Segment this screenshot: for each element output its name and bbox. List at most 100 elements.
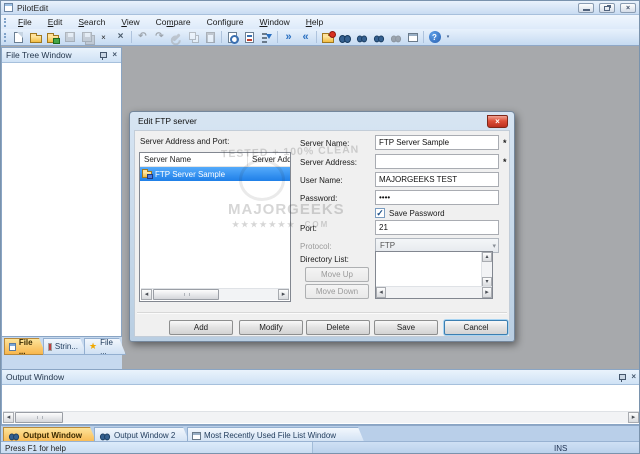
scroll-left-icon[interactable]: ◂: [376, 287, 386, 298]
output-panel-header: Output Window ×: [2, 370, 640, 385]
new-file-icon[interactable]: [10, 30, 27, 45]
toolbar-separator: [423, 31, 424, 43]
close-panel-icon[interactable]: ×: [112, 51, 117, 59]
help-icon[interactable]: ?: [426, 30, 443, 45]
tab-string-table[interactable]: Strin...: [43, 338, 87, 355]
file-tree-panel-header: File Tree Window ×: [2, 48, 121, 63]
replace-icon[interactable]: [241, 30, 258, 45]
save-icon: [61, 30, 78, 45]
menu-view[interactable]: View: [113, 16, 147, 29]
toolbar-separator: [277, 31, 278, 43]
modify-button[interactable]: Modify: [239, 320, 303, 335]
menu-compare[interactable]: Compare: [148, 16, 199, 29]
close-file-icon[interactable]: ×: [95, 30, 112, 45]
user-name-input[interactable]: [375, 172, 499, 187]
password-input[interactable]: [375, 190, 499, 205]
ftp-transfer-icon[interactable]: [319, 30, 336, 45]
scroll-right-icon[interactable]: ▸: [278, 289, 289, 300]
app-icon[interactable]: [4, 3, 13, 12]
window-title: PilotEdit: [17, 3, 48, 13]
horizontal-scrollbar-thumb[interactable]: [15, 412, 63, 423]
menu-help[interactable]: Help: [298, 16, 331, 29]
tab-file-group[interactable]: ★ File ...: [84, 338, 126, 355]
dialog-close-button[interactable]: ×: [487, 115, 508, 128]
server-address-input[interactable]: [375, 154, 499, 169]
open-ftp-file-icon[interactable]: [44, 30, 61, 45]
required-marker: *: [503, 138, 507, 148]
menu-window[interactable]: Window: [251, 16, 297, 29]
close-panel-icon[interactable]: ×: [631, 373, 636, 381]
server-name-label: Server Name:: [300, 139, 349, 148]
scroll-left-icon[interactable]: ◂: [141, 289, 152, 300]
scroll-up-icon[interactable]: ▴: [482, 252, 492, 262]
directory-listbox[interactable]: ▴ ▾ ◂ ▸: [375, 251, 493, 299]
window-titlebar: PilotEdit ×: [1, 1, 640, 15]
close-all-icon[interactable]: ×: [112, 30, 129, 45]
file-list-tab-icon: [192, 432, 201, 440]
compare-next-difference-icon[interactable]: [353, 30, 370, 45]
horizontal-scrollbar-thumb[interactable]: [153, 289, 219, 300]
move-up-button: Move Up: [305, 267, 369, 282]
server-address-label: Server Address:: [300, 158, 357, 167]
delete-button[interactable]: Delete: [306, 320, 370, 335]
server-list-row-selected[interactable]: FTP Server Sample: [140, 167, 290, 181]
scroll-right-icon[interactable]: ▸: [628, 412, 639, 423]
tab-file-tree[interactable]: File ...: [4, 338, 46, 355]
scroll-left-icon[interactable]: ◂: [3, 412, 14, 423]
protocol-label: Protocol:: [300, 242, 332, 251]
pin-icon[interactable]: [618, 373, 625, 382]
undo-icon: ↶: [134, 30, 151, 45]
find-next-icon[interactable]: »: [280, 30, 297, 45]
restore-button[interactable]: [599, 3, 615, 13]
server-list-group-label: Server Address and Port:: [140, 137, 229, 146]
tools-icon: [168, 30, 185, 45]
dialog-titlebar: Edit FTP server: [130, 112, 514, 130]
dialog-title: Edit FTP server: [138, 116, 197, 126]
toolbar: × × ↶ ↷ » « ? ▾: [1, 29, 640, 46]
menu-edit[interactable]: Edit: [40, 16, 71, 29]
move-down-button: Move Down: [305, 284, 369, 299]
compare-previous-difference-icon[interactable]: [370, 30, 387, 45]
close-button[interactable]: ×: [620, 3, 636, 13]
directory-horizontal-scrollbar: ◂ ▸: [376, 286, 492, 298]
sort-icon[interactable]: [258, 30, 275, 45]
password-label: Password:: [300, 194, 337, 203]
menubar-grip[interactable]: [4, 18, 6, 27]
compare-files-icon[interactable]: [336, 30, 353, 45]
chevron-down-icon: ▾: [492, 242, 496, 250]
menu-search[interactable]: Search: [70, 16, 113, 29]
output-window-2-tab-icon: [100, 434, 110, 440]
user-name-label: User Name:: [300, 176, 343, 185]
add-button[interactable]: Add: [169, 320, 233, 335]
column-server-address[interactable]: Server Addr: [248, 153, 290, 166]
new-frame-icon[interactable]: [404, 30, 421, 45]
open-folder-icon[interactable]: [27, 30, 44, 45]
find-previous-icon[interactable]: «: [297, 30, 314, 45]
server-name-input[interactable]: [375, 135, 499, 150]
server-list: Server Name Server Addr FTP Server Sampl…: [139, 152, 291, 302]
minimize-button[interactable]: [578, 3, 594, 13]
redo-icon: ↷: [151, 30, 168, 45]
ftp-server-icon: [142, 171, 152, 178]
toolbar-grip[interactable]: [4, 33, 6, 42]
toolbar-overflow-icon[interactable]: ▾: [443, 35, 453, 39]
save-button[interactable]: Save: [374, 320, 438, 335]
save-all-icon: [78, 30, 95, 45]
save-password-label: Save Password: [389, 209, 445, 218]
directory-vertical-scrollbar: ▴ ▾: [481, 252, 492, 287]
save-password-checkbox[interactable]: ✓: [375, 208, 385, 218]
bottom-tabstrip: Output Window Output Window 2 Most Recen…: [1, 425, 640, 441]
toolbar-separator: [316, 31, 317, 43]
menubar: File Edit Search View Compare Configure …: [1, 15, 640, 29]
scroll-right-icon[interactable]: ▸: [482, 287, 492, 298]
port-input[interactable]: [375, 220, 499, 235]
dialog-body: Server Address and Port: Server Name Ser…: [134, 130, 510, 337]
column-server-name[interactable]: Server Name: [140, 153, 248, 166]
toolbar-separator: [221, 31, 222, 43]
cancel-button[interactable]: Cancel: [444, 320, 508, 335]
menu-file[interactable]: File: [10, 16, 40, 29]
divider: [137, 312, 507, 313]
find-icon[interactable]: [224, 30, 241, 45]
menu-configure[interactable]: Configure: [199, 16, 252, 29]
pin-icon[interactable]: [99, 51, 106, 60]
